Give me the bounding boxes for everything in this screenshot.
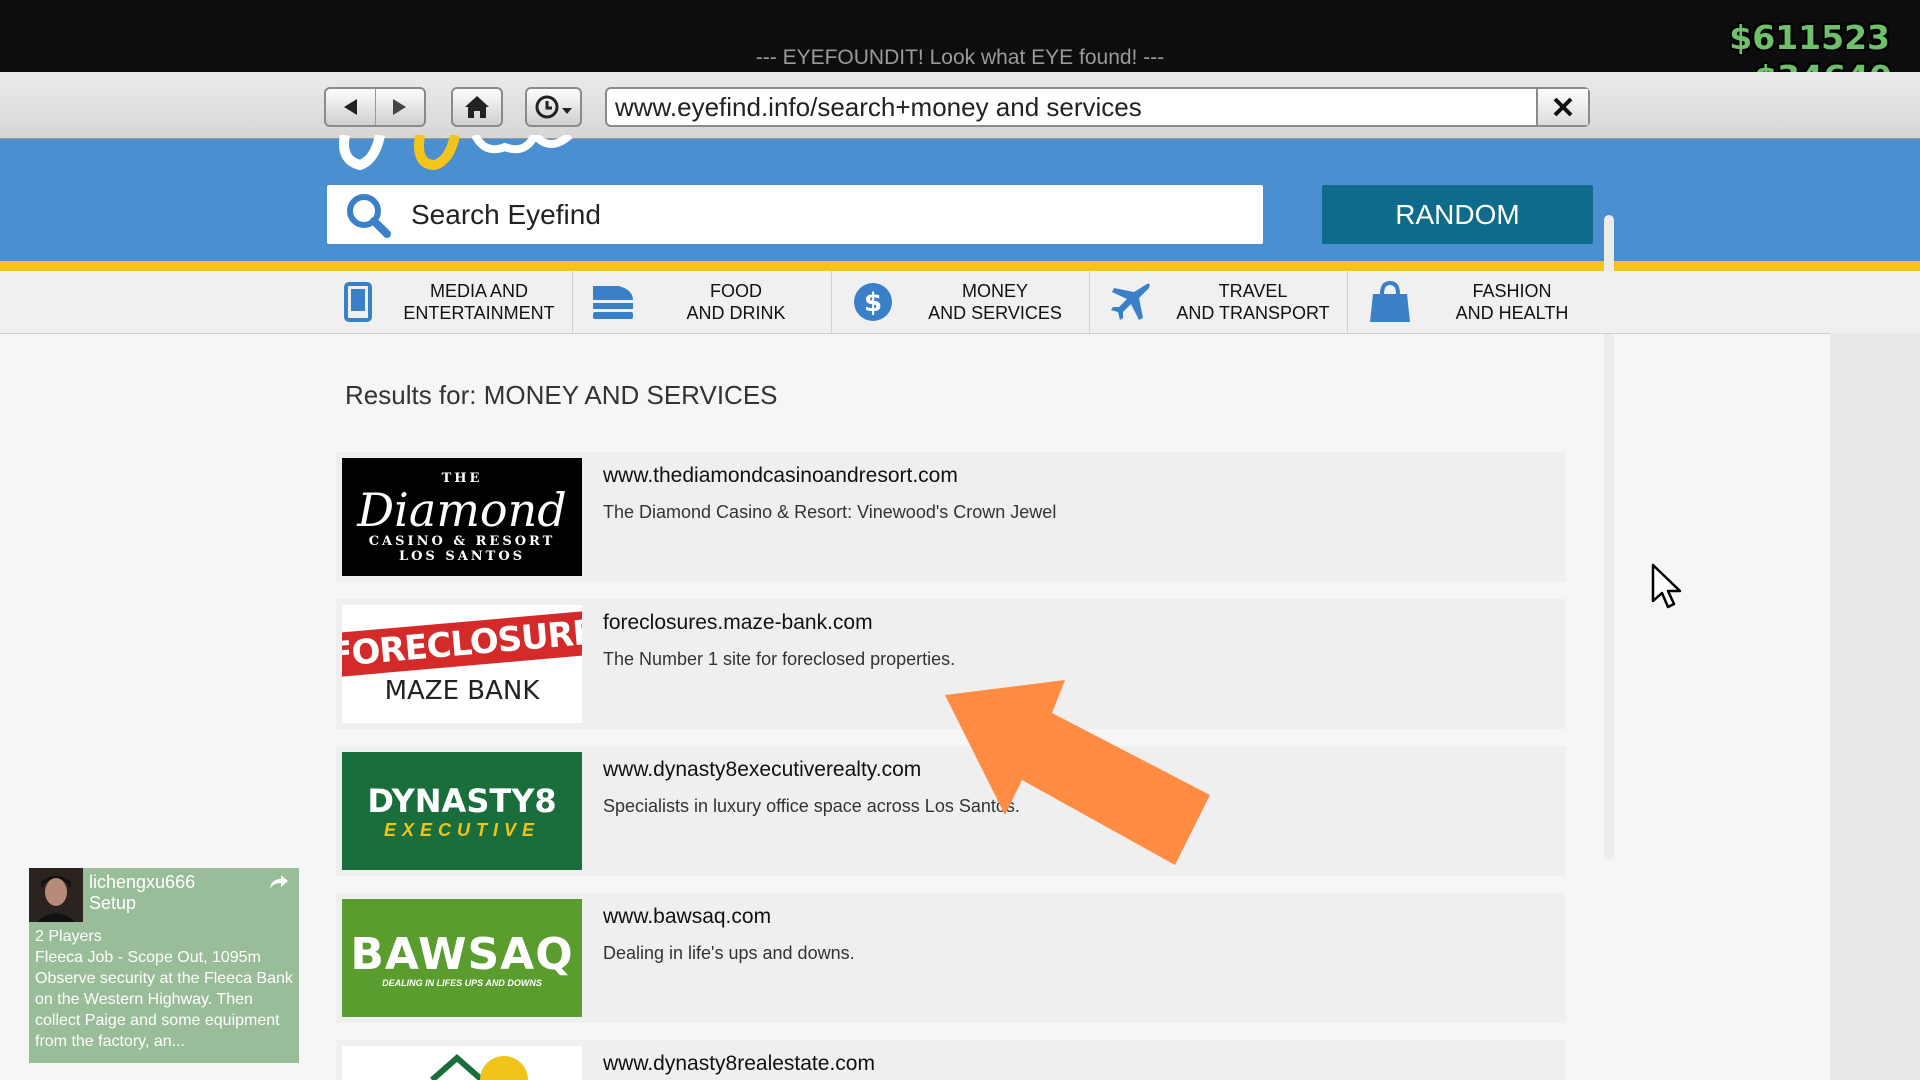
dynasty8-realestate-logo[interactable] <box>342 1046 582 1080</box>
eyefind-logo[interactable] <box>335 135 585 175</box>
avatar <box>29 868 83 922</box>
category-line2: AND SERVICES <box>928 303 1062 323</box>
category-money-services[interactable]: $ MONEY AND SERVICES <box>845 271 1089 333</box>
category-line1: FOOD <box>710 281 762 301</box>
feed-players: 2 Players <box>35 928 102 945</box>
result-item[interactable]: www.dynasty8realestate.com <box>336 1040 1566 1080</box>
forward-button[interactable] <box>374 89 425 125</box>
logo-text: DYNASTY8 <box>367 781 557 820</box>
category-line1: MEDIA AND <box>429 281 529 301</box>
feed-status: Setup <box>89 893 137 913</box>
category-fashion-health[interactable]: FASHION AND HEALTH <box>1362 271 1606 333</box>
home-button[interactable] <box>451 87 503 127</box>
category-divider <box>1089 271 1090 333</box>
category-travel-transport[interactable]: TRAVEL AND TRANSPORT <box>1103 271 1347 333</box>
results-title: Results for: MONEY AND SERVICES <box>345 380 778 410</box>
diamond-casino-logo[interactable]: THE Diamond CASINO & RESORT LOS SANTOS <box>342 458 582 576</box>
logo-text: DEALING IN LIFES UPS AND DOWNS <box>382 977 542 988</box>
feed-description: 2 Players Fleeca Job - Scope Out, 1095m … <box>35 926 295 1052</box>
history-button[interactable] <box>525 87 582 127</box>
logo-text: Diamond <box>357 482 567 537</box>
result-description: The Number 1 site for foreclosed propert… <box>603 649 956 669</box>
result-url-link[interactable]: www.dynasty8realestate.com <box>603 1052 875 1076</box>
search-placeholder: Search Eyefind <box>411 198 601 230</box>
result-description: The Diamond Casino & Resort: Vinewood's … <box>603 502 1057 522</box>
result-item[interactable]: BAWSAQ DEALING IN LIFES UPS AND DOWNS ww… <box>336 893 1566 1023</box>
logo-text: EXECUTIVE <box>383 819 541 840</box>
airplane-icon <box>1103 280 1159 324</box>
feed-job-text: Fleeca Job - Scope Out, 1095m Observe se… <box>35 949 293 1050</box>
eyefind-logo-graphic <box>339 135 573 171</box>
close-tab-button[interactable] <box>1536 89 1588 125</box>
category-divider <box>831 271 832 333</box>
category-line2: AND TRANSPORT <box>1176 303 1330 323</box>
result-url-link[interactable]: www.thediamondcasinoandresort.com <box>603 464 958 488</box>
url-text[interactable]: www.eyefind.info/search+money and servic… <box>607 92 1536 123</box>
svg-text:$: $ <box>864 288 882 318</box>
category-line1: FASHION <box>1472 281 1552 301</box>
category-line2: AND DRINK <box>686 303 786 323</box>
clock-history-icon <box>535 95 572 119</box>
dynasty8-executive-logo[interactable]: DYNASTY8 EXECUTIVE <box>342 752 582 870</box>
category-divider <box>572 271 573 333</box>
address-bar[interactable]: www.eyefind.info/search+money and servic… <box>605 87 1590 127</box>
category-media-entertainment[interactable]: MEDIA AND ENTERTAINMENT <box>330 271 572 333</box>
search-icon <box>339 185 397 244</box>
result-url-link[interactable]: foreclosures.maze-bank.com <box>603 611 873 635</box>
mouse-cursor-icon <box>1651 563 1682 609</box>
shopping-bag-icon <box>1362 280 1418 324</box>
house-logo-graphic <box>430 1054 528 1080</box>
logo-text: FORECLOSURE <box>342 609 582 679</box>
back-button[interactable] <box>326 89 375 125</box>
activity-feed-card[interactable]: lichengxu666 Setup 2 Players Fleeca Job … <box>29 868 299 1063</box>
logo-text: LOS SANTOS <box>398 548 526 564</box>
logo-text: MAZE BANK <box>384 676 540 706</box>
home-icon <box>465 96 489 118</box>
result-item[interactable]: THE Diamond CASINO & RESORT LOS SANTOS w… <box>336 452 1566 582</box>
category-line2: AND HEALTH <box>1455 303 1569 323</box>
category-divider <box>1347 271 1348 333</box>
forward-arrow-icon <box>392 99 406 115</box>
back-arrow-icon <box>344 99 358 115</box>
logo-text: CASINO & RESORT <box>368 533 556 549</box>
random-button[interactable]: RANDOM <box>1322 185 1593 244</box>
window-title: --- EYEFOUNDIT! Look what EYE found! --- <box>755 46 1165 69</box>
result-url-link[interactable]: www.dynasty8executiverealty.com <box>603 758 921 782</box>
category-line1: TRAVEL <box>1218 281 1288 301</box>
bawsaq-logo[interactable]: BAWSAQ DEALING IN LIFES UPS AND DOWNS <box>342 899 582 1017</box>
category-food-drink[interactable]: FOOD AND DRINK <box>585 271 831 333</box>
window-title-bar: --- EYEFOUNDIT! Look what EYE found! --- <box>0 0 1920 72</box>
search-input[interactable]: Search Eyefind <box>327 185 1263 244</box>
orange-arrow-overlay <box>945 680 1210 865</box>
close-icon <box>1553 97 1573 117</box>
phone-icon <box>330 282 386 322</box>
dollar-icon: $ <box>845 282 901 322</box>
category-line2: ENTERTAINMENT <box>403 303 555 323</box>
result-url-link[interactable]: www.bawsaq.com <box>603 905 771 929</box>
back-forward-group <box>324 87 426 127</box>
share-arrow-icon[interactable] <box>269 874 289 895</box>
header-accent-line <box>0 261 1920 271</box>
category-line1: MONEY <box>961 281 1028 301</box>
logo-text: BAWSAQ <box>350 928 574 980</box>
hud-cash-bank: $611523 <box>1729 18 1890 57</box>
foreclosure-maze-bank-logo[interactable]: FORECLOSURE MAZE BANK <box>342 605 582 723</box>
result-description: Dealing in life's ups and downs. <box>603 943 855 963</box>
feed-username: lichengxu666 <box>89 872 196 892</box>
right-side-panel <box>1830 333 1920 1080</box>
burger-icon <box>585 282 641 322</box>
